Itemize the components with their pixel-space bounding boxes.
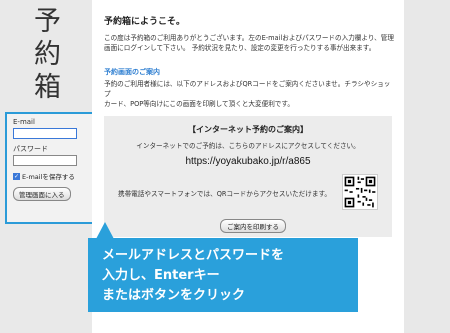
callout-line: 入力し、Enterキー [102, 268, 220, 283]
right-gutter [404, 0, 450, 333]
info-title: 【インターネット予約のご案内】 [188, 125, 308, 134]
remember-email-label: E-mailを保存する [22, 173, 75, 181]
section-line: カード、POP等向けにこの画面を印刷して頂くと大変便利です。 [104, 100, 294, 108]
reservation-info-box: 【インターネット予約のご案内】 インターネットでのご予約は、こちらのアドレスにア… [104, 116, 392, 237]
password-field[interactable] [13, 155, 77, 166]
callout-line: メールアドレスとパスワードを [102, 248, 285, 263]
intro-text: この度は予約箱のご利用ありがとうございます。左のE-mailおよびパスワードの入… [104, 33, 394, 53]
reservation-url[interactable]: https://yoyakubako.jp/r/a865 [104, 156, 392, 167]
intro-line: 画面にログインして下さい。 予約状況を見たり、設定の変更を行ったりする事が出来ま… [104, 44, 376, 52]
callout-text: メールアドレスとパスワードを 入力し、Enterキー またはボタンをクリック [102, 246, 352, 306]
info-description: インターネットでのご予約は、こちらのアドレスにアクセスしてください。 [136, 142, 360, 150]
remember-email-row: ✓ E-mailを保存する [13, 171, 87, 181]
welcome-heading: 予約箱にようこそ。 [104, 17, 186, 27]
reservation-section-title: 予約画面のご案内 [104, 68, 160, 76]
callout-arrow [96, 222, 114, 239]
qr-code-icon [342, 174, 378, 210]
section-line: 予約のご利用者様には、以下のアドレスおよびQRコードをご案内くださいませ。チラシ… [104, 80, 391, 98]
email-field[interactable] [13, 128, 77, 139]
instruction-callout: メールアドレスとパスワードを 入力し、Enterキー またはボタンをクリック [88, 238, 358, 312]
print-guide-button[interactable]: ご案内を印刷する [220, 219, 286, 233]
intro-line: この度は予約箱のご利用ありがとうございます。左のE-mailおよびパスワードの入… [104, 34, 394, 42]
password-label: パスワード [13, 145, 48, 153]
sidebar: 予約箱 E-mail パスワード ✓ E-mailを保存する 管理画面に入る [0, 0, 95, 333]
mobile-text: 携帯電話やスマートフォンでは、QRコードからアクセスいただけます。 [118, 190, 331, 198]
callout-line: またはボタンをクリック [102, 288, 246, 303]
email-label: E-mail [13, 118, 35, 126]
reservation-section-text: 予約のご利用者様には、以下のアドレスおよびQRコードをご案内くださいませ。チラシ… [104, 79, 394, 109]
login-form: E-mail パスワード ✓ E-mailを保存する 管理画面に入る [5, 112, 95, 224]
brand-logo: 予約箱 [29, 6, 60, 105]
login-button[interactable]: 管理画面に入る [13, 187, 71, 201]
remember-email-checkbox[interactable]: ✓ [13, 172, 20, 180]
